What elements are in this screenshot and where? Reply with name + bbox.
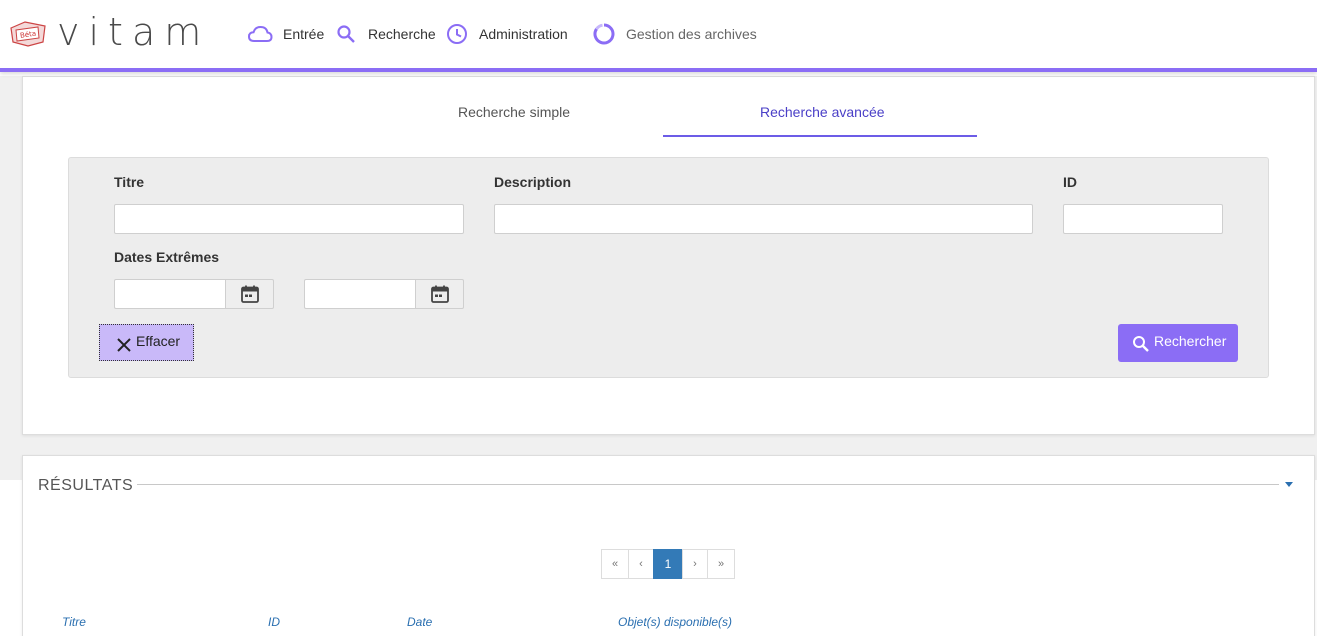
clear-button[interactable]: Effacer bbox=[99, 324, 194, 361]
results-title: RÉSULTATS bbox=[38, 477, 134, 494]
page-last-button[interactable]: » bbox=[707, 549, 735, 579]
column-header-titre[interactable]: Titre bbox=[62, 615, 86, 629]
column-header-id[interactable]: ID bbox=[268, 615, 280, 629]
page-next-button[interactable]: › bbox=[682, 549, 708, 579]
search-icon bbox=[1133, 336, 1149, 352]
clear-button-label: Effacer bbox=[136, 333, 181, 349]
advanced-search-form bbox=[68, 157, 1269, 378]
nav-entree[interactable]: Entrée bbox=[247, 22, 324, 46]
cloud-icon bbox=[247, 25, 273, 42]
calendar-icon bbox=[240, 285, 259, 303]
nav-label: Entrée bbox=[283, 26, 325, 42]
brand-name: vitam bbox=[57, 10, 211, 54]
description-input[interactable] bbox=[494, 204, 1033, 234]
top-header: Béta vitam Entrée Recherche Administrati… bbox=[0, 0, 1317, 72]
date-start-input[interactable] bbox=[114, 279, 225, 309]
nav-label: Recherche bbox=[368, 26, 436, 42]
results-card bbox=[22, 455, 1315, 636]
date-end-group bbox=[304, 279, 464, 309]
id-label: ID bbox=[1063, 174, 1077, 190]
title-input[interactable] bbox=[114, 204, 464, 234]
title-label: Titre bbox=[114, 174, 145, 190]
column-header-objets[interactable]: Objet(s) disponible(s) bbox=[618, 615, 732, 629]
description-label: Description bbox=[494, 174, 572, 190]
page-first-button[interactable]: « bbox=[601, 549, 629, 579]
active-tab-indicator bbox=[663, 135, 977, 137]
page-prev-button[interactable]: ‹ bbox=[628, 549, 654, 579]
search-button[interactable]: Rechercher bbox=[1118, 324, 1238, 362]
date-start-group bbox=[114, 279, 274, 309]
search-icon bbox=[337, 25, 355, 43]
page-current-button[interactable]: 1 bbox=[653, 549, 683, 579]
pagination: « ‹ 1 › » bbox=[601, 549, 735, 579]
nav-administration[interactable]: Administration bbox=[446, 22, 568, 46]
tab-simple-search[interactable]: Recherche simple bbox=[458, 104, 570, 120]
calendar-icon bbox=[430, 285, 449, 303]
search-button-label: Rechercher bbox=[1154, 333, 1227, 349]
id-input[interactable] bbox=[1063, 204, 1223, 234]
collapse-caret-icon[interactable] bbox=[1285, 482, 1293, 487]
nav-gestion-archives[interactable]: Gestion des archives bbox=[593, 22, 757, 46]
results-divider bbox=[137, 484, 1279, 485]
beta-logo-icon[interactable]: Béta bbox=[8, 18, 48, 48]
dates-label: Dates Extrêmes bbox=[114, 249, 220, 265]
ring-icon bbox=[593, 23, 615, 45]
nav-label: Gestion des archives bbox=[626, 26, 757, 42]
column-header-date[interactable]: Date bbox=[407, 615, 432, 629]
nav-recherche[interactable]: Recherche bbox=[336, 22, 436, 46]
date-start-picker-button[interactable] bbox=[225, 279, 274, 309]
date-end-picker-button[interactable] bbox=[415, 279, 464, 309]
clock-icon bbox=[447, 24, 467, 44]
date-end-input[interactable] bbox=[304, 279, 415, 309]
tab-advanced-search[interactable]: Recherche avancée bbox=[760, 104, 885, 120]
close-icon bbox=[117, 338, 131, 352]
nav-label: Administration bbox=[479, 26, 568, 42]
